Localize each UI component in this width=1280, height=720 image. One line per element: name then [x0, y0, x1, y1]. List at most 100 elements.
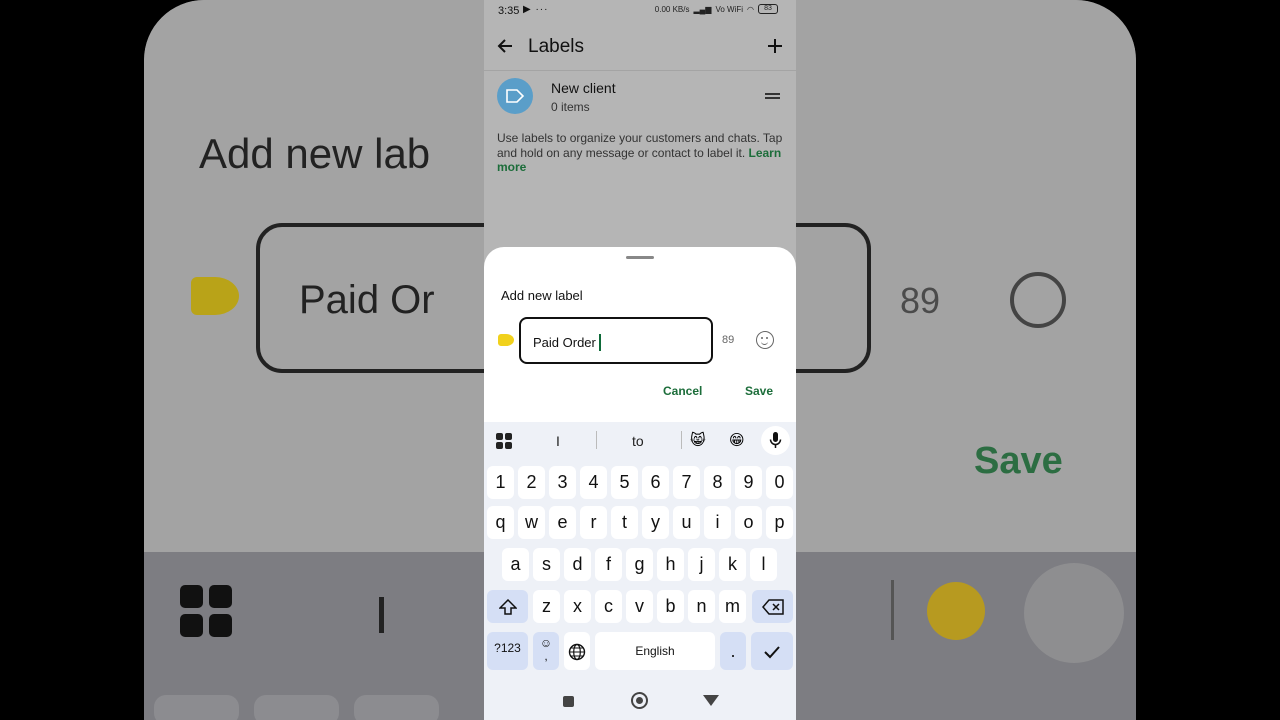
label-item-count: 0 items [551, 100, 590, 114]
suggestion-word[interactable]: to [632, 433, 644, 449]
divider [484, 70, 796, 71]
network-label: Vo WiFi [715, 4, 744, 14]
key-number[interactable]: 7 [673, 466, 700, 499]
recents-icon[interactable] [563, 696, 574, 707]
back-triangle-icon[interactable] [703, 695, 719, 706]
backspace-icon [761, 599, 784, 615]
notification-icons: ▶ ··· [523, 4, 549, 15]
status-time: 3:35 [498, 5, 520, 17]
emoji-comma-key[interactable]: ☺ , [533, 632, 559, 670]
key-letter[interactable]: x [564, 590, 591, 623]
page-title: Labels [528, 36, 584, 57]
keyboard: I to 😸 😁 1234567890 qwertyuiop asdfghjkl zx… [484, 422, 796, 720]
key-letter[interactable]: w [518, 506, 545, 539]
label-icon [506, 89, 525, 103]
key-number[interactable]: 4 [580, 466, 607, 499]
back-arrow-icon[interactable] [496, 36, 514, 56]
mic-button[interactable] [761, 426, 790, 455]
key-letter[interactable]: v [626, 590, 653, 623]
key-letter[interactable]: s [533, 548, 560, 581]
suggestion-emoji[interactable]: 😸 [690, 431, 706, 449]
key-letter[interactable]: u [673, 506, 700, 539]
background-emoji [927, 582, 985, 640]
background-field-text: Paid Or [299, 278, 435, 322]
suggestion-emoji[interactable]: 😁 [729, 431, 745, 449]
background-key [154, 695, 239, 720]
key-number[interactable]: 9 [735, 466, 762, 499]
label-list-item[interactable]: New client 0 items [484, 74, 796, 122]
status-bar: 3:35 ▶ ··· 0.00 KB/s ▂▄▆ Vo WiFi ◠ 83 [484, 0, 796, 24]
home-icon[interactable] [631, 692, 648, 709]
key-letter[interactable]: e [549, 506, 576, 539]
suggestion-bar: I to 😸 😁 [484, 422, 796, 460]
key-letter[interactable]: j [688, 548, 715, 581]
key-letter[interactable]: m [719, 590, 746, 623]
shift-icon [497, 598, 518, 615]
key-number[interactable]: 3 [549, 466, 576, 499]
background-cursor [379, 597, 384, 633]
key-number[interactable]: 2 [518, 466, 545, 499]
system-nav-bar [484, 682, 796, 720]
app-bar: Labels [484, 24, 796, 70]
help-text: Use labels to organize your customers an… [497, 131, 787, 175]
key-number[interactable]: 0 [766, 466, 793, 499]
sheet-handle[interactable] [626, 256, 654, 259]
key-letter[interactable]: c [595, 590, 622, 623]
suggestion-divider [596, 431, 597, 449]
background-save: Save [974, 440, 1063, 482]
suggestion-word[interactable]: I [556, 433, 560, 449]
background-key [354, 695, 439, 720]
key-letter[interactable]: n [688, 590, 715, 623]
key-letter[interactable]: l [750, 548, 777, 581]
help-body: Use labels to organize your customers an… [497, 131, 783, 160]
symbols-key[interactable]: ?123 [487, 632, 528, 670]
background-grid-icon [180, 585, 234, 639]
shift-key[interactable] [487, 590, 528, 623]
save-button[interactable]: Save [745, 384, 773, 398]
key-letter[interactable]: h [657, 548, 684, 581]
period-key[interactable]: . [720, 632, 746, 670]
key-letter[interactable]: y [642, 506, 669, 539]
char-counter: 89 [722, 334, 735, 346]
key-letter[interactable]: i [704, 506, 731, 539]
key-letter[interactable]: z [533, 590, 560, 623]
apps-grid-icon[interactable] [496, 433, 512, 449]
key-letter[interactable]: f [595, 548, 622, 581]
key-number[interactable]: 6 [642, 466, 669, 499]
background-count: 89 [900, 280, 941, 321]
label-name: New client [551, 80, 616, 96]
text-caret [598, 334, 601, 351]
key-letter[interactable]: r [580, 506, 607, 539]
key-letter[interactable]: q [487, 506, 514, 539]
done-key[interactable] [751, 632, 793, 670]
suggestion-divider [681, 431, 682, 449]
backspace-key[interactable] [752, 590, 793, 623]
space-key[interactable]: English [595, 632, 715, 670]
key-letter[interactable]: p [766, 506, 793, 539]
background-title: Add new lab [199, 130, 431, 177]
key-number[interactable]: 1 [487, 466, 514, 499]
key-letter[interactable]: d [564, 548, 591, 581]
key-letter[interactable]: a [502, 548, 529, 581]
key-letter[interactable]: g [626, 548, 653, 581]
emoji-icon[interactable] [756, 331, 774, 349]
background-emoji-icon [1010, 272, 1066, 328]
phone-screen: 3:35 ▶ ··· 0.00 KB/s ▂▄▆ Vo WiFi ◠ 83 La… [484, 0, 796, 720]
key-letter[interactable]: b [657, 590, 684, 623]
signal-icon: ▂▄▆ [693, 4, 712, 14]
key-letter[interactable]: t [611, 506, 638, 539]
checkmark-icon [764, 646, 780, 659]
language-key[interactable] [564, 632, 590, 670]
wifi-icon: ◠ [747, 4, 754, 14]
cancel-button[interactable]: Cancel [663, 384, 702, 398]
key-letter[interactable]: k [719, 548, 746, 581]
drag-handle-icon[interactable] [765, 93, 780, 99]
key-letter[interactable]: o [735, 506, 762, 539]
sheet-title: Add new label [501, 288, 583, 303]
add-label-icon[interactable] [766, 36, 784, 56]
screen: Add new lab Paid Or 89 Save 3:35 ▶ ··· 0… [0, 0, 1280, 720]
label-name-input[interactable]: Paid Order [519, 317, 713, 364]
key-number[interactable]: 8 [704, 466, 731, 499]
key-number[interactable]: 5 [611, 466, 638, 499]
input-value: Paid Order [533, 334, 601, 351]
